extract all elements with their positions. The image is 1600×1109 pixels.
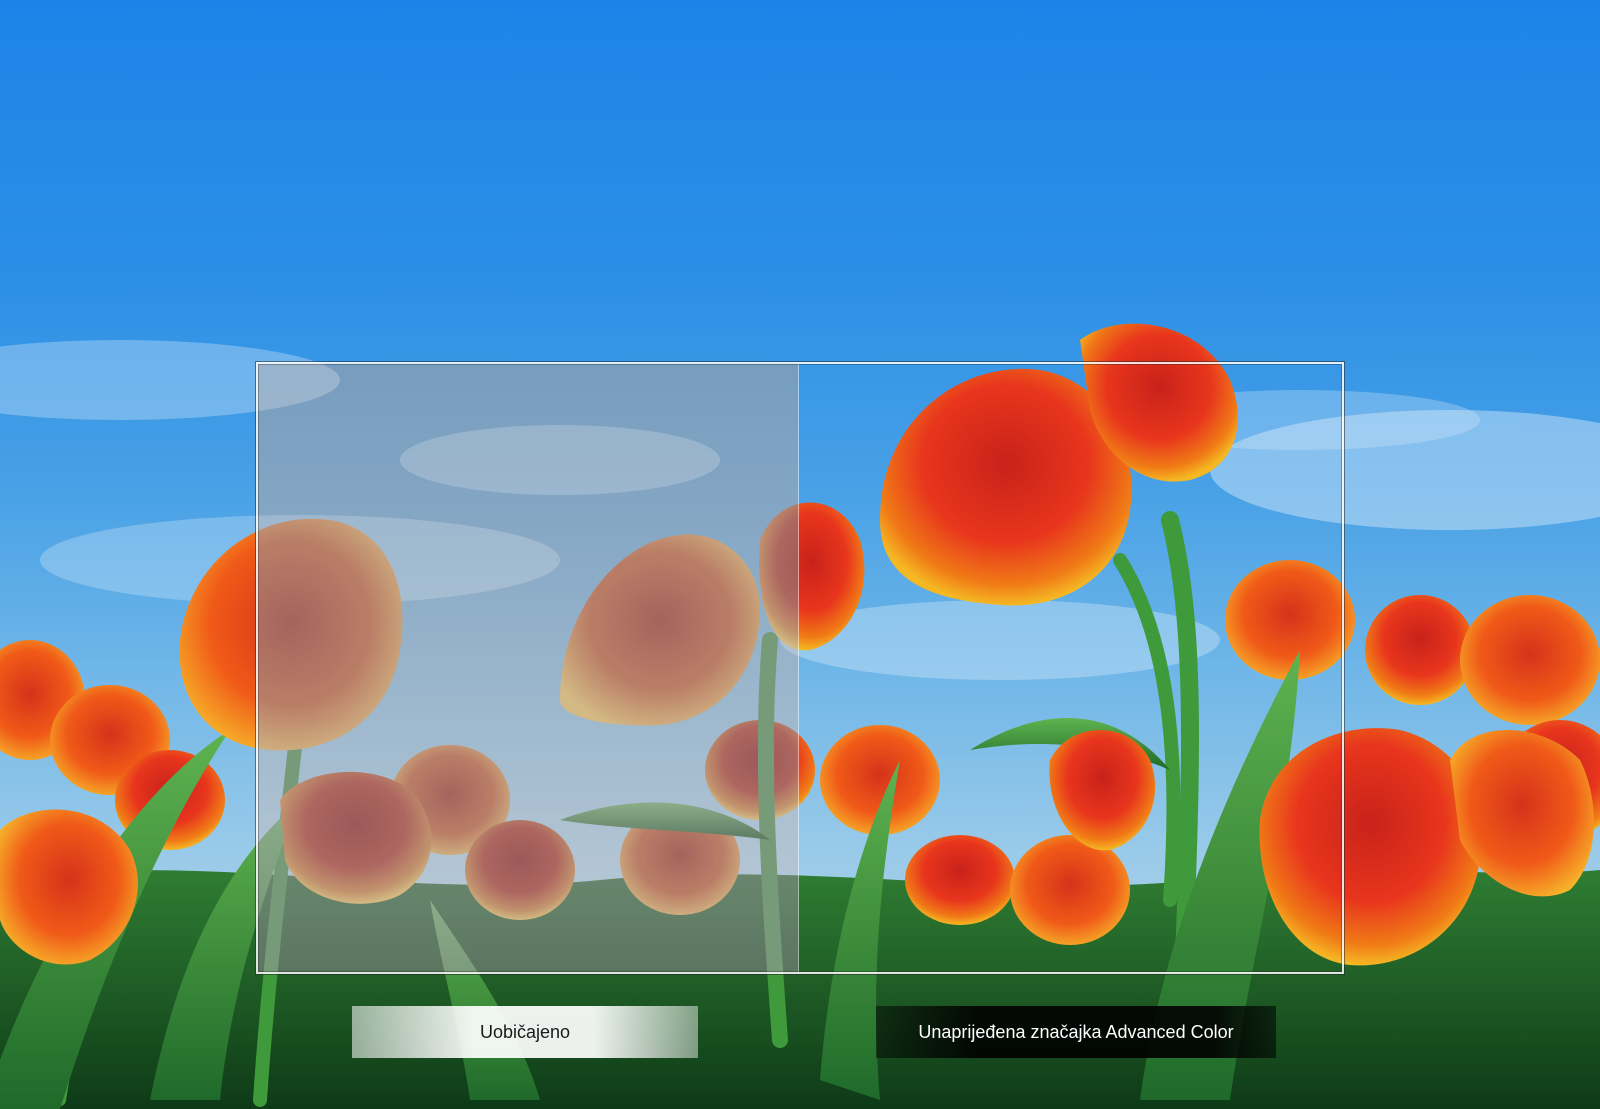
tv-screen-frame (256, 362, 1344, 974)
normal-label: Uobičajeno (352, 1006, 698, 1058)
advanced-color-label: Unaprijeđena značajka Advanced Color (876, 1006, 1276, 1058)
tulip-field-scene: Uobičajeno Unaprijeđena značajka Advance… (0, 0, 1600, 1109)
advanced-color-label-text: Unaprijeđena značajka Advanced Color (918, 1021, 1234, 1042)
normal-label-text: Uobičajeno (479, 1021, 571, 1042)
